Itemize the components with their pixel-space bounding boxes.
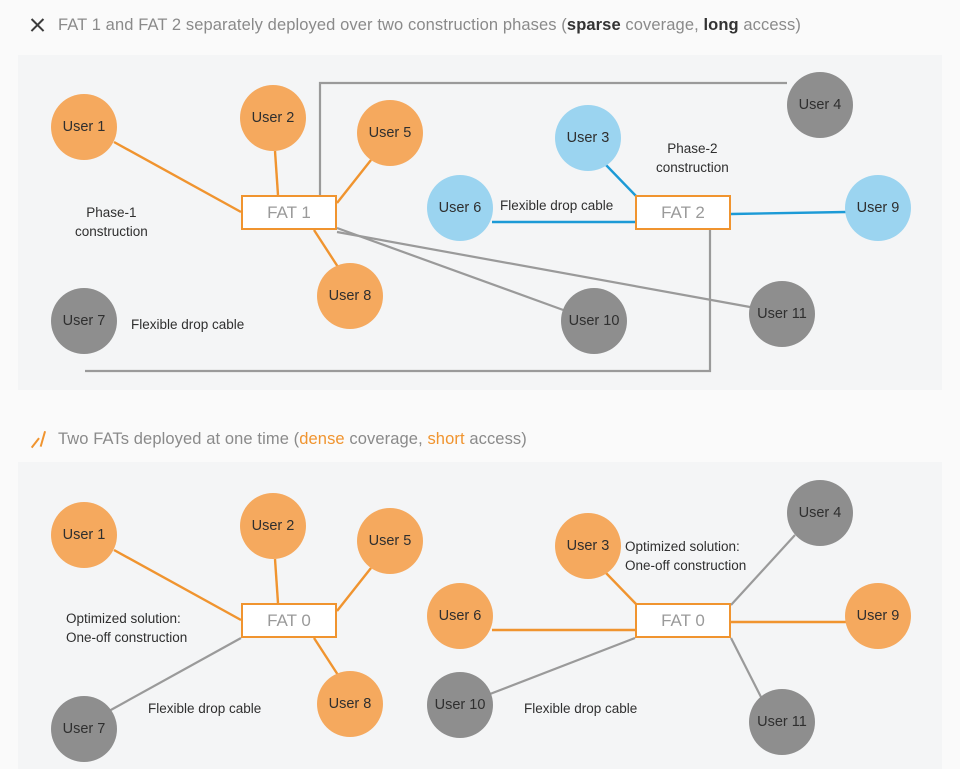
user-node-b-u5[interactable]: User 5 [357, 508, 423, 574]
title-part: coverage, [344, 429, 428, 448]
user-node-b-u1[interactable]: User 1 [51, 502, 117, 568]
section-title-sparse: FAT 1 and FAT 2 separately deployed over… [28, 14, 801, 36]
title-emph-short: short [427, 429, 465, 448]
caption-b-cap-drop2: Flexible drop cable [524, 700, 637, 719]
user-node-t-u9[interactable]: User 9 [845, 175, 911, 241]
user-node-t-u5[interactable]: User 5 [357, 100, 423, 166]
caption-line: Optimized solution: [66, 611, 181, 626]
user-node-t-u11[interactable]: User 11 [749, 281, 815, 347]
user-node-t-u10[interactable]: User 10 [561, 288, 627, 354]
user-node-b-u10[interactable]: User 10 [427, 672, 493, 738]
caption-line: Flexible drop cable [524, 701, 638, 716]
caption-line: One-off construction [625, 557, 747, 573]
user-node-b-u3[interactable]: User 3 [555, 513, 621, 579]
title-part: FAT 1 and FAT 2 separately deployed over… [58, 15, 567, 34]
caption-line: One-off construction [66, 629, 188, 645]
title-emph-sparse: sparse [566, 15, 621, 34]
caption-t-cap-drop1: Flexible drop cable [131, 316, 244, 335]
caption-line: Flexible drop cable [500, 198, 614, 213]
x-mark-icon [28, 14, 46, 36]
fat-box-t-fat2[interactable]: FAT 2 [635, 195, 731, 230]
user-node-t-u3[interactable]: User 3 [555, 105, 621, 171]
fat-box-b-fat0-right[interactable]: FAT 0 [635, 603, 731, 638]
title-part: Two FATs deployed at one time ( [58, 429, 300, 448]
caption-line: Optimized solution: [625, 539, 740, 554]
user-node-t-u6[interactable]: User 6 [427, 175, 493, 241]
user-node-b-u9[interactable]: User 9 [845, 583, 911, 649]
title-part: access) [464, 429, 527, 448]
caption-t-cap-drop2: Flexible drop cable [500, 197, 613, 216]
user-node-b-u2[interactable]: User 2 [240, 493, 306, 559]
caption-line: Phase-1 [86, 205, 137, 220]
user-node-b-u11[interactable]: User 11 [749, 689, 815, 755]
user-node-b-u7[interactable]: User 7 [51, 696, 117, 762]
title-part: access) [738, 15, 801, 34]
section-title-text-dense: Two FATs deployed at one time (dense cov… [58, 430, 527, 449]
diagram-page: FAT 1 and FAT 2 separately deployed over… [0, 0, 960, 769]
title-emph-dense: dense [299, 429, 345, 448]
user-node-b-u8[interactable]: User 8 [317, 671, 383, 737]
caption-b-cap-opt1: Optimized solution: One-off construction [66, 610, 187, 647]
caption-line: Phase-2 [667, 141, 718, 156]
fat-box-b-fat0-left[interactable]: FAT 0 [241, 603, 337, 638]
user-node-b-u6[interactable]: User 6 [427, 583, 493, 649]
check-mark-icon [28, 428, 46, 450]
section-title-dense: Two FATs deployed at one time (dense cov… [28, 428, 527, 450]
user-node-t-u7[interactable]: User 7 [51, 288, 117, 354]
user-node-b-u4[interactable]: User 4 [787, 480, 853, 546]
caption-b-cap-opt2: Optimized solution: One-off construction [625, 538, 746, 575]
caption-b-cap-drop1: Flexible drop cable [148, 700, 261, 719]
caption-line: construction [75, 223, 148, 239]
caption-t-cap-phase2: Phase-2 construction [656, 140, 729, 177]
user-node-t-u8[interactable]: User 8 [317, 263, 383, 329]
user-node-t-u2[interactable]: User 2 [240, 85, 306, 151]
user-node-t-u1[interactable]: User 1 [51, 94, 117, 160]
caption-line: Flexible drop cable [131, 317, 245, 332]
fat-box-t-fat1[interactable]: FAT 1 [241, 195, 337, 230]
caption-line: construction [656, 159, 729, 175]
caption-line: Flexible drop cable [148, 701, 262, 716]
title-part: coverage, [620, 15, 704, 34]
caption-t-cap-phase1: Phase-1 construction [75, 204, 148, 241]
user-node-t-u4[interactable]: User 4 [787, 72, 853, 138]
section-title-text-sparse: FAT 1 and FAT 2 separately deployed over… [58, 16, 801, 35]
title-emph-long: long [703, 15, 739, 34]
